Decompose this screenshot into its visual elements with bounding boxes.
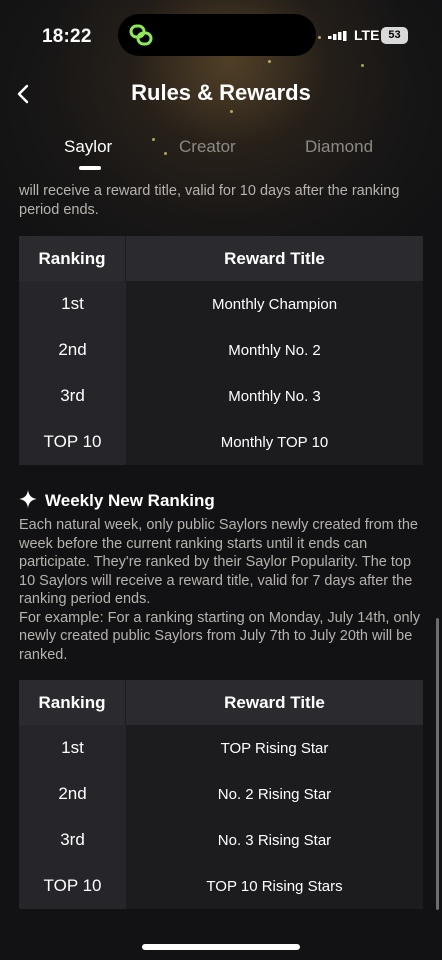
active-tab-indicator [79, 166, 101, 170]
table-row: 3rd Monthly No. 3 [19, 373, 423, 419]
weekly-ranking-description: Each natural week, only public Saylors n… [19, 516, 423, 664]
tab-diamond[interactable]: Diamond [305, 137, 373, 157]
column-header-reward-title: Reward Title [126, 236, 423, 281]
reward-title-cell: No. 2 Rising Star [126, 771, 423, 817]
scrollbar[interactable] [436, 618, 439, 910]
dynamic-island [118, 14, 316, 56]
tab-creator[interactable]: Creator [179, 137, 236, 157]
reward-title-cell: Monthly Champion [126, 281, 423, 327]
battery-icon: 53 [381, 27, 408, 44]
status-bar: 18:22 LTE 53 [0, 0, 442, 72]
cellular-signal-icon [328, 31, 347, 41]
ranking-cell: TOP 10 [19, 419, 126, 465]
column-header-ranking: Ranking [19, 236, 126, 281]
weekly-rules-text: Each natural week, only public Saylors n… [19, 517, 418, 607]
tab-saylor[interactable]: Saylor [64, 137, 112, 157]
monthly-reward-table: Ranking Reward Title 1st Monthly Champio… [19, 236, 423, 465]
table-row: 2nd No. 2 Rising Star [19, 771, 423, 817]
ranking-cell: 3rd [19, 817, 126, 863]
ranking-cell: 1st [19, 281, 126, 327]
column-header-reward-title: Reward Title [126, 680, 423, 725]
table-row: 3rd No. 3 Rising Star [19, 817, 423, 863]
table-row: TOP 10 Monthly TOP 10 [19, 419, 423, 465]
reward-title-cell: Monthly No. 3 [126, 373, 423, 419]
table-header-row: Ranking Reward Title [19, 680, 423, 725]
table-row: TOP 10 TOP 10 Rising Stars [19, 863, 423, 909]
ranking-cell: TOP 10 [19, 863, 126, 909]
reward-title-cell: TOP Rising Star [126, 725, 423, 771]
ranking-cell: 2nd [19, 327, 126, 373]
ranking-cell: 3rd [19, 373, 126, 419]
reward-title-cell: No. 3 Rising Star [126, 817, 423, 863]
intro-paragraph: will receive a reward title, valid for 1… [19, 183, 400, 218]
table-row: 2nd Monthly No. 2 [19, 327, 423, 373]
reward-title-cell: Monthly TOP 10 [126, 419, 423, 465]
table-header-row: Ranking Reward Title [19, 236, 423, 281]
table-row: 1st Monthly Champion [19, 281, 423, 327]
home-indicator[interactable] [142, 944, 300, 950]
reward-title-cell: TOP 10 Rising Stars [126, 863, 423, 909]
column-header-ranking: Ranking [19, 680, 126, 725]
network-type: LTE [354, 27, 380, 43]
reward-title-cell: Monthly No. 2 [126, 327, 423, 373]
weekly-heading-text: Weekly New Ranking [45, 491, 215, 510]
weekly-reward-table: Ranking Reward Title 1st TOP Rising Star… [19, 680, 423, 909]
ranking-cell: 1st [19, 725, 126, 771]
weekly-ranking-heading: Weekly New Ranking [19, 490, 215, 511]
sparkle-star-icon [19, 490, 37, 508]
page-header: Rules & Rewards [0, 72, 442, 120]
table-row: 1st TOP Rising Star [19, 725, 423, 771]
ranking-cell: 2nd [19, 771, 126, 817]
weekly-example-text: For example: For a ranking starting on M… [19, 609, 421, 663]
link-chain-icon [129, 24, 153, 46]
page-title: Rules & Rewards [131, 80, 311, 105]
tab-bar: Saylor Creator Diamond [0, 135, 442, 175]
status-time: 18:22 [42, 26, 92, 47]
